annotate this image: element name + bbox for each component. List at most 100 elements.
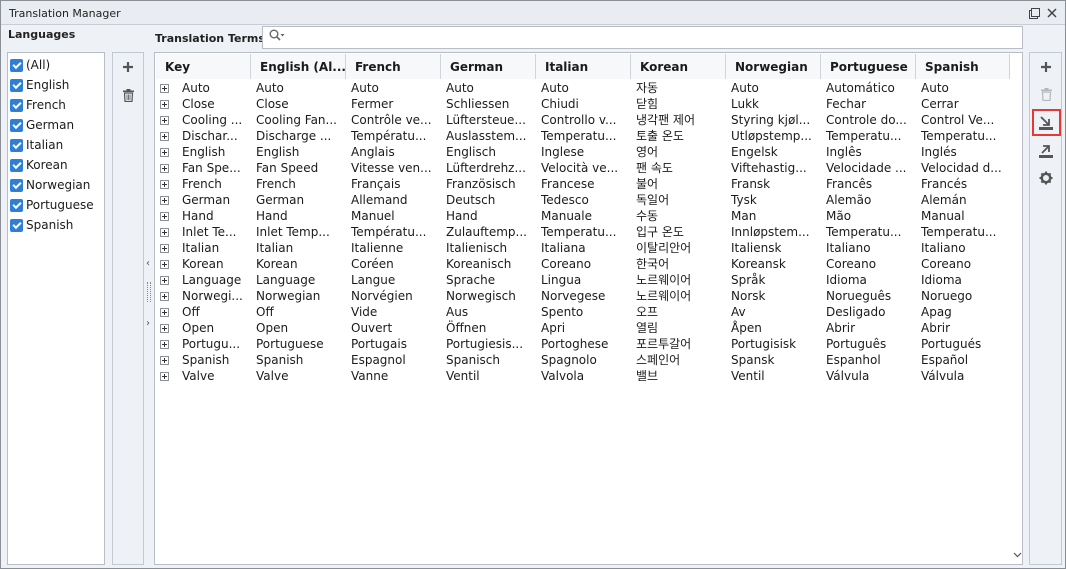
expand-icon[interactable]	[160, 179, 169, 189]
delete-term-button[interactable]	[1038, 86, 1054, 102]
expand-icon[interactable]	[160, 211, 169, 221]
language-item[interactable]: Italian	[10, 135, 63, 155]
checkbox[interactable]	[10, 218, 23, 232]
expand-icon[interactable]	[160, 147, 169, 157]
close-icon[interactable]	[1045, 6, 1059, 20]
table-row[interactable]: Close Close Fermer Schliessen Chiudi 닫힘 Lukk Fe…	[156, 96, 1010, 112]
table-row[interactable]: Hand Hand Manuel Hand Manuale 수동 Man Mão Manual	[156, 208, 1010, 224]
language-item[interactable]: French	[10, 95, 66, 115]
translation-cell: Schliessen	[446, 97, 510, 111]
restore-window-icon[interactable]	[1027, 6, 1041, 20]
splitter[interactable]: ‹ ›	[144, 52, 154, 565]
translation-cell: Deutsch	[446, 193, 496, 207]
checkbox[interactable]	[10, 58, 23, 72]
export-icon[interactable]	[1038, 143, 1054, 159]
translation-cell: Automático	[826, 81, 895, 95]
translation-cell: Spagnolo	[541, 353, 597, 367]
table-row[interactable]: Italian Italian Italienne Italienisch Italia…	[156, 240, 1010, 256]
translation-cell: Norwegisch	[446, 289, 516, 303]
table-row[interactable]: Norwegi... Norwegian Norvégien Norwegisch No…	[156, 288, 1010, 304]
scroll-down-icon[interactable]	[1013, 550, 1022, 561]
language-item[interactable]: English	[10, 75, 69, 95]
translation-cell: Coreano	[826, 257, 877, 271]
column-header[interactable]: Portuguese	[821, 54, 916, 79]
language-item[interactable]: German	[10, 115, 74, 135]
expand-icon[interactable]	[160, 323, 169, 333]
checkbox[interactable]	[10, 198, 23, 212]
gear-icon[interactable]	[1038, 170, 1054, 186]
translation-cell: Válvula	[826, 369, 870, 383]
add-term-button[interactable]	[1038, 59, 1054, 75]
language-item[interactable]: Norwegian	[10, 175, 90, 195]
add-language-button[interactable]	[118, 57, 138, 77]
expand-icon[interactable]	[160, 83, 169, 93]
column-header[interactable]: Spanish	[916, 54, 1010, 79]
column-header[interactable]: Italian	[536, 54, 631, 79]
language-item[interactable]: Spanish	[10, 215, 73, 235]
expand-icon[interactable]	[160, 195, 169, 205]
table-row[interactable]: Open Open Ouvert Öffnen Apri 열림 Åpen Abrir Abrir	[156, 320, 1010, 336]
translation-cell: Portugiesis...	[446, 337, 524, 351]
expand-icon[interactable]	[160, 371, 169, 381]
delete-language-button[interactable]	[118, 85, 138, 105]
table-row[interactable]: French French Français Französisch Francese 불…	[156, 176, 1010, 192]
table-row[interactable]: Valve Valve Vanne Ventil Valvola 밸브 Ventil Válv…	[156, 368, 1010, 384]
expand-icon[interactable]	[160, 307, 169, 317]
translation-cell: Spento	[541, 305, 584, 319]
table-row[interactable]: German German Allemand Deutsch Tedesco 독일어 Tys…	[156, 192, 1010, 208]
translation-cell: Ouvert	[351, 321, 393, 335]
checkbox[interactable]	[10, 178, 23, 192]
expand-icon[interactable]	[160, 259, 169, 269]
table-row[interactable]: Auto Auto Auto Auto Auto 자동 Auto Automático Auto	[156, 80, 1010, 96]
language-item[interactable]: Korean	[10, 155, 68, 175]
checkbox[interactable]	[10, 158, 23, 172]
translation-cell: 입구 온도	[636, 225, 684, 239]
column-header[interactable]: German	[441, 54, 536, 79]
translation-cell: Francés	[921, 177, 968, 191]
table-row[interactable]: Off Off Vide Aus Spento 오프 Av Desligado Apag	[156, 304, 1010, 320]
translation-cell: Vide	[351, 305, 378, 319]
translation-cell: Velocidade ...	[826, 161, 907, 175]
translation-cell: Idioma	[826, 273, 867, 287]
expand-icon[interactable]	[160, 115, 169, 125]
table-row[interactable]: English English Anglais Englisch Inglese 영어 En…	[156, 144, 1010, 160]
column-header[interactable]: Key	[156, 54, 251, 79]
column-header[interactable]: English (Al...	[251, 54, 346, 79]
table-row[interactable]: Cooling ... Cooling Fan... Contrôle ve... L…	[156, 112, 1010, 128]
table-row[interactable]: Korean Korean Coréen Koreanisch Coreano 한국어 Ko…	[156, 256, 1010, 272]
translation-cell: 포르투갈어	[636, 337, 692, 351]
column-header[interactable]: Norwegian	[726, 54, 821, 79]
table-row[interactable]: Portugu... Portuguese Portugais Portugiesis…	[156, 336, 1010, 352]
checkbox[interactable]	[10, 138, 23, 152]
column-header[interactable]: Korean	[631, 54, 726, 79]
collapse-left-icon[interactable]: ‹	[146, 258, 150, 269]
splitter-grip[interactable]	[147, 282, 151, 302]
translation-cell: Abrir	[921, 321, 951, 335]
table-row[interactable]: Inlet Te... Inlet Temp... Températu... Zula…	[156, 224, 1010, 240]
translation-cell: Viftehastig...	[731, 161, 807, 175]
table-row[interactable]: Dischar... Discharge ... Températu... Ausla…	[156, 128, 1010, 144]
expand-icon[interactable]	[160, 291, 169, 301]
import-icon[interactable]	[1038, 115, 1054, 131]
checkbox[interactable]	[10, 78, 23, 92]
column-header[interactable]: French	[346, 54, 441, 79]
expand-icon[interactable]	[160, 131, 169, 141]
table-row[interactable]: Spanish Spanish Espagnol Spanisch Spagnolo 스페…	[156, 352, 1010, 368]
search-dropdown-icon[interactable]	[269, 29, 285, 47]
expand-icon[interactable]	[160, 163, 169, 173]
language-item[interactable]: Portuguese	[10, 195, 94, 215]
expand-icon[interactable]	[160, 275, 169, 285]
expand-icon[interactable]	[160, 227, 169, 237]
expand-icon[interactable]	[160, 339, 169, 349]
translation-cell: Português	[826, 337, 887, 351]
table-row[interactable]: Language Language Langue Sprache Lingua 노르웨이어…	[156, 272, 1010, 288]
expand-icon[interactable]	[160, 355, 169, 365]
language-item[interactable]: (All)	[10, 55, 50, 75]
checkbox[interactable]	[10, 118, 23, 132]
checkbox[interactable]	[10, 98, 23, 112]
expand-icon[interactable]	[160, 99, 169, 109]
expand-icon[interactable]	[160, 243, 169, 253]
table-row[interactable]: Fan Spe... Fan Speed Vitesse ven... Lüfterd…	[156, 160, 1010, 176]
expand-right-icon[interactable]: ›	[146, 318, 150, 329]
search-input[interactable]	[262, 26, 1023, 49]
